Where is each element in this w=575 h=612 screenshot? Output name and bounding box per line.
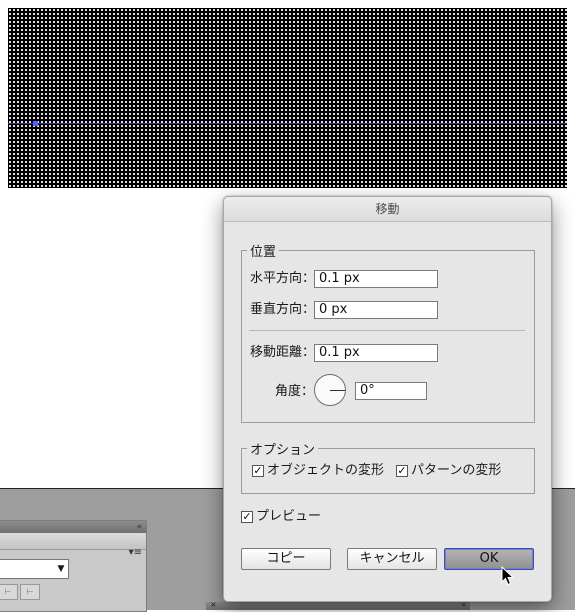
angle-label: 角度： — [275, 384, 315, 399]
mouse-cursor-icon — [501, 566, 515, 586]
transform-patterns-checkbox[interactable]: ✓ — [396, 465, 408, 477]
angle-needle — [330, 390, 345, 391]
bottom-floating-panel-titlebar[interactable]: × « — [206, 600, 470, 610]
dialog-title[interactable]: 移動 — [224, 197, 551, 222]
distance-label: 移動距離： — [250, 345, 316, 360]
close-panel-icon[interactable]: × — [210, 600, 217, 609]
group-divider — [249, 330, 525, 331]
vertical-field[interactable]: 0 px — [314, 301, 438, 319]
panel-option-button[interactable]: ⊢ — [20, 584, 40, 600]
horizontal-field[interactable]: 0.1 px — [314, 270, 438, 288]
horizontal-label: 水平方向： — [250, 271, 316, 286]
panel-option-button[interactable]: ⊢ — [0, 584, 18, 600]
angle-dial-icon[interactable] — [314, 374, 346, 406]
panel-tab-bar: ▾≡ — [0, 533, 146, 558]
collapse-panel-icon[interactable]: « — [136, 521, 142, 533]
angle-field[interactable]: 0° — [355, 382, 427, 400]
preview-label[interactable]: プレビュー — [256, 509, 321, 525]
preview-checkbox[interactable]: ✓ — [241, 511, 253, 523]
transform-patterns-label[interactable]: パターンの変形 — [411, 463, 501, 479]
vertical-label: 垂直方向： — [250, 302, 316, 317]
panel-menu-icon[interactable]: ▾≡ — [129, 547, 142, 559]
selection-anchor-point — [33, 121, 38, 126]
position-legend: 位置 — [250, 245, 277, 260]
floating-panel: « ▾≡ ▼ ⊢ ⊢ — [0, 520, 147, 612]
copy-button[interactable]: コピー — [241, 548, 331, 570]
transform-objects-label[interactable]: オブジェクトの変形 — [267, 463, 384, 479]
panel-title-bar[interactable]: « — [0, 521, 146, 533]
transform-objects-checkbox[interactable]: ✓ — [252, 465, 264, 477]
dropdown-arrow-icon[interactable]: ▼ — [56, 563, 66, 575]
cancel-button[interactable]: キャンセル — [347, 548, 437, 570]
ok-button[interactable]: OK — [444, 548, 534, 570]
options-legend: オプション — [250, 443, 316, 458]
distance-field[interactable]: 0.1 px — [314, 344, 438, 362]
move-dialog: 移動 位置 水平方向： 0.1 px 垂直方向： 0 px 移動距離： 0.1 … — [223, 196, 552, 602]
artwork-dot-pattern — [8, 8, 567, 188]
selection-path — [8, 123, 567, 124]
panel-dropdown[interactable]: ▼ — [0, 559, 69, 579]
